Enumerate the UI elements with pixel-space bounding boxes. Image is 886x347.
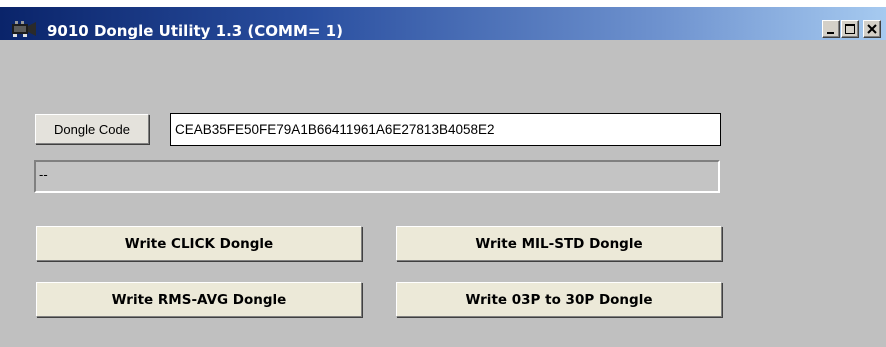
write-mil-std-dongle-button[interactable]: Write MIL-STD Dongle (396, 226, 722, 261)
status-text: -- (39, 167, 48, 182)
window-top-edge (0, 0, 886, 7)
app-icon[interactable] (11, 20, 37, 38)
dongle-code-button[interactable]: Dongle Code (35, 114, 149, 144)
write-rms-avg-dongle-button[interactable]: Write RMS-AVG Dongle (36, 282, 362, 317)
write-03p-to-30p-dongle-button[interactable]: Write 03P to 30P Dongle (396, 282, 722, 317)
window-title: 9010 Dongle Utility 1.3 (COMM= 1) (47, 22, 343, 40)
window-left-border (0, 40, 8, 347)
close-button[interactable] (863, 20, 881, 38)
write-03p-to-30p-dongle-label: Write 03P to 30P Dongle (465, 291, 653, 308)
write-click-dongle-label: Write CLICK Dongle (124, 235, 274, 252)
maximize-icon (845, 24, 855, 34)
app-window: 9010 Dongle Utility 1.3 (COMM= 1) Dongle… (0, 0, 886, 347)
write-click-dongle-button[interactable]: Write CLICK Dongle (36, 226, 362, 261)
dongle-code-button-label: Dongle Code (54, 121, 130, 137)
status-field: -- (34, 160, 720, 193)
minimize-icon (827, 32, 834, 34)
minimize-button[interactable] (822, 20, 840, 38)
close-icon (867, 24, 877, 34)
title-bar[interactable]: 9010 Dongle Utility 1.3 (COMM= 1) (0, 7, 886, 40)
dongle-code-input[interactable] (170, 113, 721, 146)
write-mil-std-dongle-label: Write MIL-STD Dongle (475, 235, 643, 252)
maximize-button[interactable] (841, 20, 859, 38)
write-rms-avg-dongle-label: Write RMS-AVG Dongle (111, 291, 287, 308)
